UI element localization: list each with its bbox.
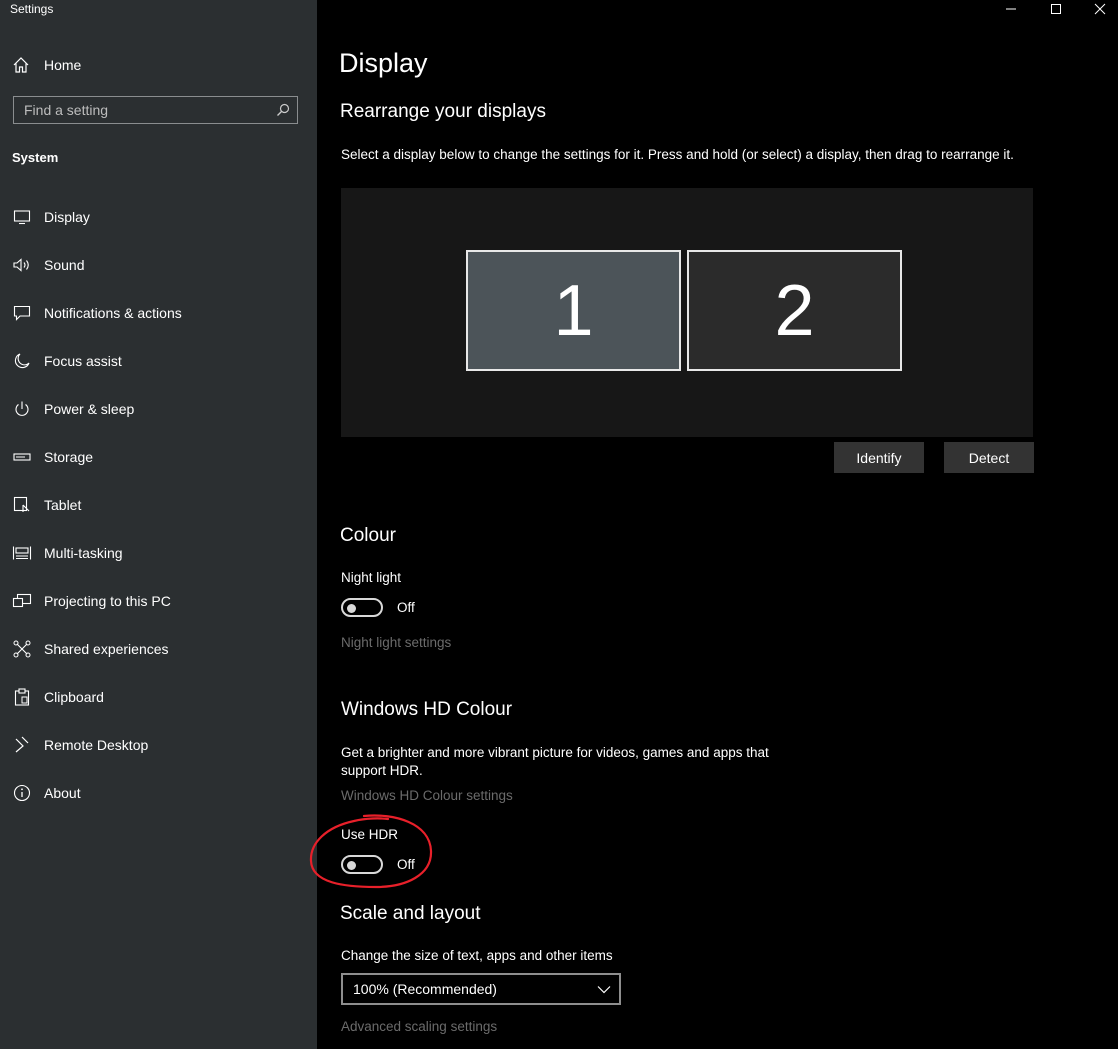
colour-heading: Colour — [340, 525, 396, 546]
toggle-knob — [347, 603, 356, 613]
night-light-label: Night light — [341, 570, 402, 585]
clipboard-icon — [12, 688, 32, 706]
rearrange-heading: Rearrange your displays — [340, 101, 546, 122]
search-input[interactable] — [14, 101, 269, 119]
sidebar-item-multi-tasking[interactable]: Multi-tasking — [0, 529, 317, 577]
display-2[interactable]: 2 — [687, 250, 902, 371]
detect-button[interactable]: Detect — [944, 442, 1034, 473]
sidebar-item-focus-assist[interactable]: Focus assist — [0, 337, 317, 385]
sidebar: Settings Home System Display Sound Notif… — [0, 0, 317, 1049]
scale-dropdown[interactable]: 100% (Recommended) — [341, 973, 621, 1005]
display-1[interactable]: 1 — [466, 250, 681, 371]
use-hdr-toggle[interactable] — [341, 855, 383, 874]
identify-button[interactable]: Identify — [834, 442, 924, 473]
sidebar-item-display[interactable]: Display — [0, 193, 317, 241]
sidebar-item-label: Multi-tasking — [44, 545, 123, 561]
sidebar-item-notifications[interactable]: Notifications & actions — [0, 289, 317, 337]
speaker-icon — [12, 256, 32, 274]
rearrange-description: Select a display below to change the set… — [341, 147, 1014, 162]
sidebar-item-shared-experiences[interactable]: Shared experiences — [0, 625, 317, 673]
drive-icon — [12, 448, 32, 466]
use-hdr-state: Off — [397, 857, 415, 872]
scale-heading: Scale and layout — [340, 903, 481, 924]
sidebar-item-clipboard[interactable]: Clipboard — [0, 673, 317, 721]
search-icon[interactable] — [269, 103, 297, 117]
remote-icon — [12, 736, 32, 754]
app-title: Settings — [10, 2, 54, 16]
main-content: Display Rearrange your displays Select a… — [317, 0, 1118, 1049]
use-hdr-label: Use HDR — [341, 827, 399, 842]
sidebar-item-projecting[interactable]: Projecting to this PC — [0, 577, 317, 625]
toggle-knob — [347, 860, 356, 870]
tablet-icon — [12, 496, 32, 514]
hd-colour-description-line1: Get a brighter and more vibrant picture … — [341, 745, 769, 760]
night-light-toggle[interactable] — [341, 598, 383, 617]
night-light-state: Off — [397, 600, 415, 615]
sidebar-item-label: Projecting to this PC — [44, 593, 171, 609]
hd-colour-heading: Windows HD Colour — [341, 699, 513, 720]
display-arrangement[interactable]: 1 2 — [341, 188, 1033, 437]
chevron-down-icon — [597, 985, 611, 994]
moon-icon — [12, 352, 32, 370]
multitask-icon — [12, 544, 32, 562]
shared-icon — [12, 640, 32, 658]
advanced-scaling-link[interactable]: Advanced scaling settings — [341, 1019, 497, 1034]
sidebar-item-label: Shared experiences — [44, 641, 169, 657]
sidebar-item-label: Display — [44, 209, 90, 225]
page-title: Display — [339, 48, 428, 78]
home-label: Home — [44, 57, 82, 73]
sidebar-item-label: Tablet — [44, 497, 82, 513]
home-icon — [12, 56, 30, 74]
scale-dropdown-value: 100% (Recommended) — [353, 981, 497, 997]
sidebar-item-label: Power & sleep — [44, 401, 135, 417]
info-icon — [12, 784, 32, 802]
sidebar-item-tablet[interactable]: Tablet — [0, 481, 317, 529]
sidebar-item-label: Remote Desktop — [44, 737, 149, 753]
sidebar-nav: Display Sound Notifications & actions Fo… — [0, 193, 317, 817]
monitor-icon — [12, 208, 32, 226]
hd-colour-description-line2: support HDR. — [341, 763, 423, 778]
sidebar-item-label: About — [44, 785, 81, 801]
section-label: System — [12, 150, 59, 165]
sidebar-item-remote-desktop[interactable]: Remote Desktop — [0, 721, 317, 769]
sidebar-item-about[interactable]: About — [0, 769, 317, 817]
search-box[interactable] — [13, 96, 298, 124]
scale-size-label: Change the size of text, apps and other … — [341, 948, 613, 963]
sidebar-item-storage[interactable]: Storage — [0, 433, 317, 481]
sidebar-item-label: Storage — [44, 449, 94, 465]
sidebar-item-sound[interactable]: Sound — [0, 241, 317, 289]
sidebar-item-power-sleep[interactable]: Power & sleep — [0, 385, 317, 433]
project-icon — [12, 592, 32, 610]
night-light-settings-link[interactable]: Night light settings — [341, 635, 451, 650]
sidebar-item-label: Notifications & actions — [44, 305, 182, 321]
power-icon — [12, 400, 32, 418]
hd-colour-settings-link[interactable]: Windows HD Colour settings — [341, 788, 513, 803]
sidebar-item-label: Focus assist — [44, 353, 122, 369]
home-link[interactable]: Home — [12, 52, 81, 78]
message-icon — [12, 304, 32, 322]
sidebar-item-label: Clipboard — [44, 689, 104, 705]
sidebar-item-label: Sound — [44, 257, 85, 273]
